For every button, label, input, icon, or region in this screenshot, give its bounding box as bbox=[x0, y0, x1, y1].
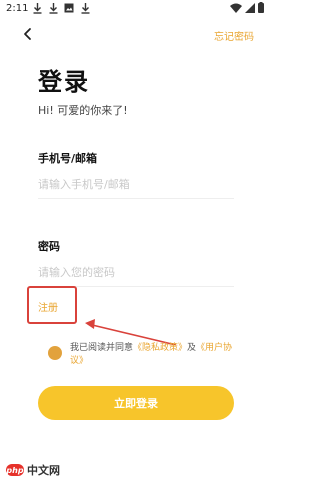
login-button[interactable]: 立即登录 bbox=[38, 386, 234, 420]
watermark-text: 中文网 bbox=[27, 464, 60, 477]
login-screen: 2:11 忘记密码 登录 Hi! 可爱的你来了! 手机号/邮箱 请输入手机号/邮… bbox=[0, 0, 270, 480]
agreement-checkbox[interactable] bbox=[48, 346, 62, 360]
agreement-prefix: 我已阅读并同意 bbox=[70, 343, 134, 353]
status-notifications bbox=[32, 2, 90, 14]
password-label: 密码 bbox=[38, 240, 60, 253]
status-right bbox=[230, 2, 264, 16]
forgot-password-link[interactable]: 忘记密码 bbox=[214, 28, 254, 43]
download-icon bbox=[32, 2, 42, 14]
download-icon bbox=[80, 2, 90, 14]
page-subtitle: Hi! 可爱的你来了! bbox=[38, 104, 128, 117]
back-button[interactable] bbox=[20, 26, 36, 42]
status-bar: 2:11 bbox=[0, 0, 270, 18]
register-link[interactable]: 注册 bbox=[38, 299, 58, 314]
watermark: php 中文网 bbox=[6, 462, 60, 478]
account-input[interactable] bbox=[38, 174, 234, 199]
download-icon bbox=[48, 2, 58, 14]
status-time: 2:11 bbox=[6, 3, 29, 14]
chevron-left-icon bbox=[24, 28, 31, 40]
photo-icon bbox=[64, 2, 74, 14]
watermark-badge: php bbox=[6, 464, 24, 476]
page-title: 登录 bbox=[38, 68, 90, 96]
wifi-icon bbox=[230, 3, 242, 16]
password-input[interactable] bbox=[38, 262, 234, 287]
signal-icon bbox=[245, 2, 255, 16]
agreement-text: 我已阅读并同意《隐私政策》及《用户协议》 bbox=[70, 342, 240, 368]
agreement-conjunction: 及 bbox=[187, 343, 197, 353]
account-label: 手机号/邮箱 bbox=[38, 152, 98, 165]
battery-icon bbox=[258, 2, 264, 16]
privacy-policy-link[interactable]: 《隐私政策》 bbox=[133, 343, 187, 353]
